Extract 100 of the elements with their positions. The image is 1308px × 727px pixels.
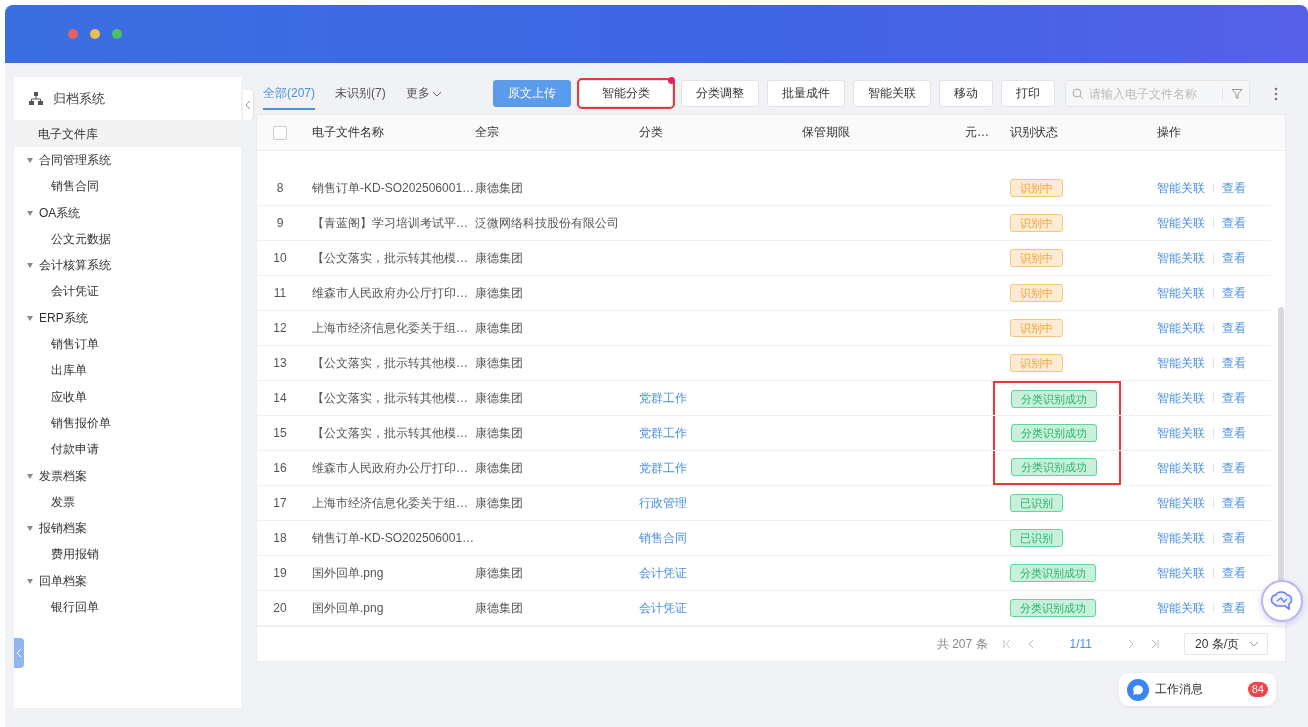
tree-item-label[interactable]: 合同管理系统: [39, 151, 111, 169]
action-link[interactable]: 查看: [1222, 459, 1246, 477]
toolbar-button[interactable]: 批量成件: [767, 80, 845, 107]
file-name: 【公文落实，批示转其他模…: [312, 425, 468, 440]
last-page-icon[interactable]: [1150, 639, 1160, 649]
tree-item[interactable]: 出库单: [14, 357, 241, 384]
action-link[interactable]: 查看: [1222, 284, 1246, 302]
caret-icon[interactable]: [27, 578, 33, 584]
action-link[interactable]: 查看: [1222, 424, 1246, 442]
action-link[interactable]: 智能关联: [1157, 494, 1205, 512]
category-link[interactable]: 销售合同: [639, 530, 687, 545]
action-link[interactable]: 查看: [1222, 389, 1246, 407]
toolbar-button[interactable]: 移动: [939, 80, 993, 107]
caret-icon[interactable]: [27, 263, 33, 269]
category-link[interactable]: 会计凭证: [639, 600, 687, 615]
status-tag: 识别中: [1010, 214, 1063, 232]
tree-item-label[interactable]: 报销档案: [39, 520, 87, 538]
search-field[interactable]: 请输入电子文件名称: [1089, 86, 1217, 101]
chevron-down-icon[interactable]: [1249, 641, 1259, 647]
caret-icon[interactable]: [27, 157, 33, 163]
row-number: 13: [273, 356, 287, 370]
maximize-dot[interactable]: [112, 29, 122, 39]
assistant-icon[interactable]: [1270, 590, 1294, 612]
category-link[interactable]: 党群工作: [639, 460, 687, 475]
tree-item[interactable]: 公文元数据: [14, 226, 241, 253]
action-link[interactable]: 智能关联: [1157, 389, 1205, 407]
action-link[interactable]: 查看: [1222, 564, 1246, 582]
tree-item-label[interactable]: OA系统: [39, 204, 81, 222]
action-link[interactable]: 查看: [1222, 214, 1246, 232]
action-link[interactable]: 查看: [1222, 599, 1246, 617]
fonds-text: 康德集团: [475, 355, 523, 370]
tree-item[interactable]: 销售合同: [14, 173, 241, 200]
tree-item[interactable]: 付款申请: [14, 436, 241, 463]
chevron-left-icon[interactable]: [245, 100, 251, 110]
filter-tab[interactable]: 全部(207): [263, 77, 315, 110]
filter-tab[interactable]: 未识别(7): [335, 77, 386, 110]
action-link[interactable]: 智能关联: [1157, 179, 1205, 197]
tree-item[interactable]: 费用报销: [14, 541, 241, 569]
page-size-select[interactable]: 20 条/页: [1184, 633, 1268, 655]
caret-icon[interactable]: [27, 473, 33, 479]
category-link[interactable]: 党群工作: [639, 425, 687, 440]
action-link[interactable]: 查看: [1222, 494, 1246, 512]
message-widget[interactable]: 工作消息 84: [1119, 673, 1276, 706]
more-icon[interactable]: [1274, 86, 1278, 101]
toolbar-button[interactable]: 原文上传: [493, 80, 571, 107]
assistant-button[interactable]: [1261, 580, 1303, 622]
status-tag: 分类识别成功: [1010, 564, 1096, 582]
search-box[interactable]: 请输入电子文件名称: [1065, 80, 1250, 107]
select-all-checkbox[interactable]: [273, 125, 287, 140]
minimize-dot[interactable]: [90, 29, 100, 39]
tree-item-label[interactable]: 回单档案: [39, 572, 87, 590]
close-dot[interactable]: [68, 29, 78, 39]
next-page-icon[interactable]: [1126, 639, 1136, 649]
chevron-down-icon[interactable]: [431, 90, 442, 97]
search-icon: [1072, 87, 1084, 100]
action-link[interactable]: 智能关联: [1157, 564, 1205, 582]
toolbar-button[interactable]: 智能关联: [853, 80, 931, 107]
tree-item[interactable]: 发票: [14, 489, 241, 516]
action-link[interactable]: 智能关联: [1157, 424, 1205, 442]
expand-handle[interactable]: [14, 638, 24, 668]
chat-icon: [1127, 678, 1149, 701]
toolbar-button[interactable]: 分类调整: [681, 80, 759, 107]
action-link[interactable]: 智能关联: [1157, 599, 1205, 617]
collapse-handle[interactable]: [243, 90, 253, 120]
tree-item[interactable]: 应收单: [14, 383, 241, 411]
tree-item[interactable]: 电子文件库: [14, 121, 241, 148]
action-link[interactable]: 智能关联: [1157, 249, 1205, 267]
action-link[interactable]: 智能关联: [1157, 529, 1205, 547]
tree-item[interactable]: 销售订单: [14, 331, 241, 358]
scrollbar-thumb[interactable]: [1278, 307, 1284, 582]
caret-icon[interactable]: [27, 315, 33, 321]
tree-item[interactable]: 销售报价单: [14, 410, 241, 437]
tree-item[interactable]: 银行回单: [14, 594, 241, 621]
fonds-text: 康德集团: [475, 565, 523, 580]
action-link[interactable]: 智能关联: [1157, 319, 1205, 337]
action-link[interactable]: 智能关联: [1157, 214, 1205, 232]
category-link[interactable]: 行政管理: [639, 495, 687, 510]
more-menu[interactable]: 更多: [405, 85, 430, 102]
category-link[interactable]: 会计凭证: [639, 565, 687, 580]
category-link[interactable]: 党群工作: [639, 390, 687, 405]
status-tag: 识别中: [1010, 179, 1063, 197]
tree-item-label[interactable]: ERP系统: [39, 309, 88, 327]
action-link[interactable]: 查看: [1222, 249, 1246, 267]
column-header: 元…: [965, 125, 989, 139]
caret-icon[interactable]: [27, 210, 33, 216]
action-link[interactable]: 查看: [1222, 354, 1246, 372]
action-link[interactable]: 查看: [1222, 179, 1246, 197]
tree-item[interactable]: 会计凭证: [14, 278, 241, 306]
action-link[interactable]: 查看: [1222, 319, 1246, 337]
action-link[interactable]: 查看: [1222, 529, 1246, 547]
tree-item-label[interactable]: 会计核算系统: [39, 257, 111, 275]
toolbar-button[interactable]: 智能分类: [579, 80, 673, 107]
action-link[interactable]: 智能关联: [1157, 284, 1205, 302]
toolbar-button[interactable]: 打印: [1001, 80, 1055, 107]
filter-icon[interactable]: [1231, 87, 1243, 100]
action-link[interactable]: 智能关联: [1157, 354, 1205, 372]
first-page-icon[interactable]: [1001, 639, 1012, 649]
action-link[interactable]: 智能关联: [1157, 459, 1205, 477]
caret-icon[interactable]: [27, 526, 33, 532]
tree-item-label[interactable]: 发票档案: [39, 467, 87, 485]
